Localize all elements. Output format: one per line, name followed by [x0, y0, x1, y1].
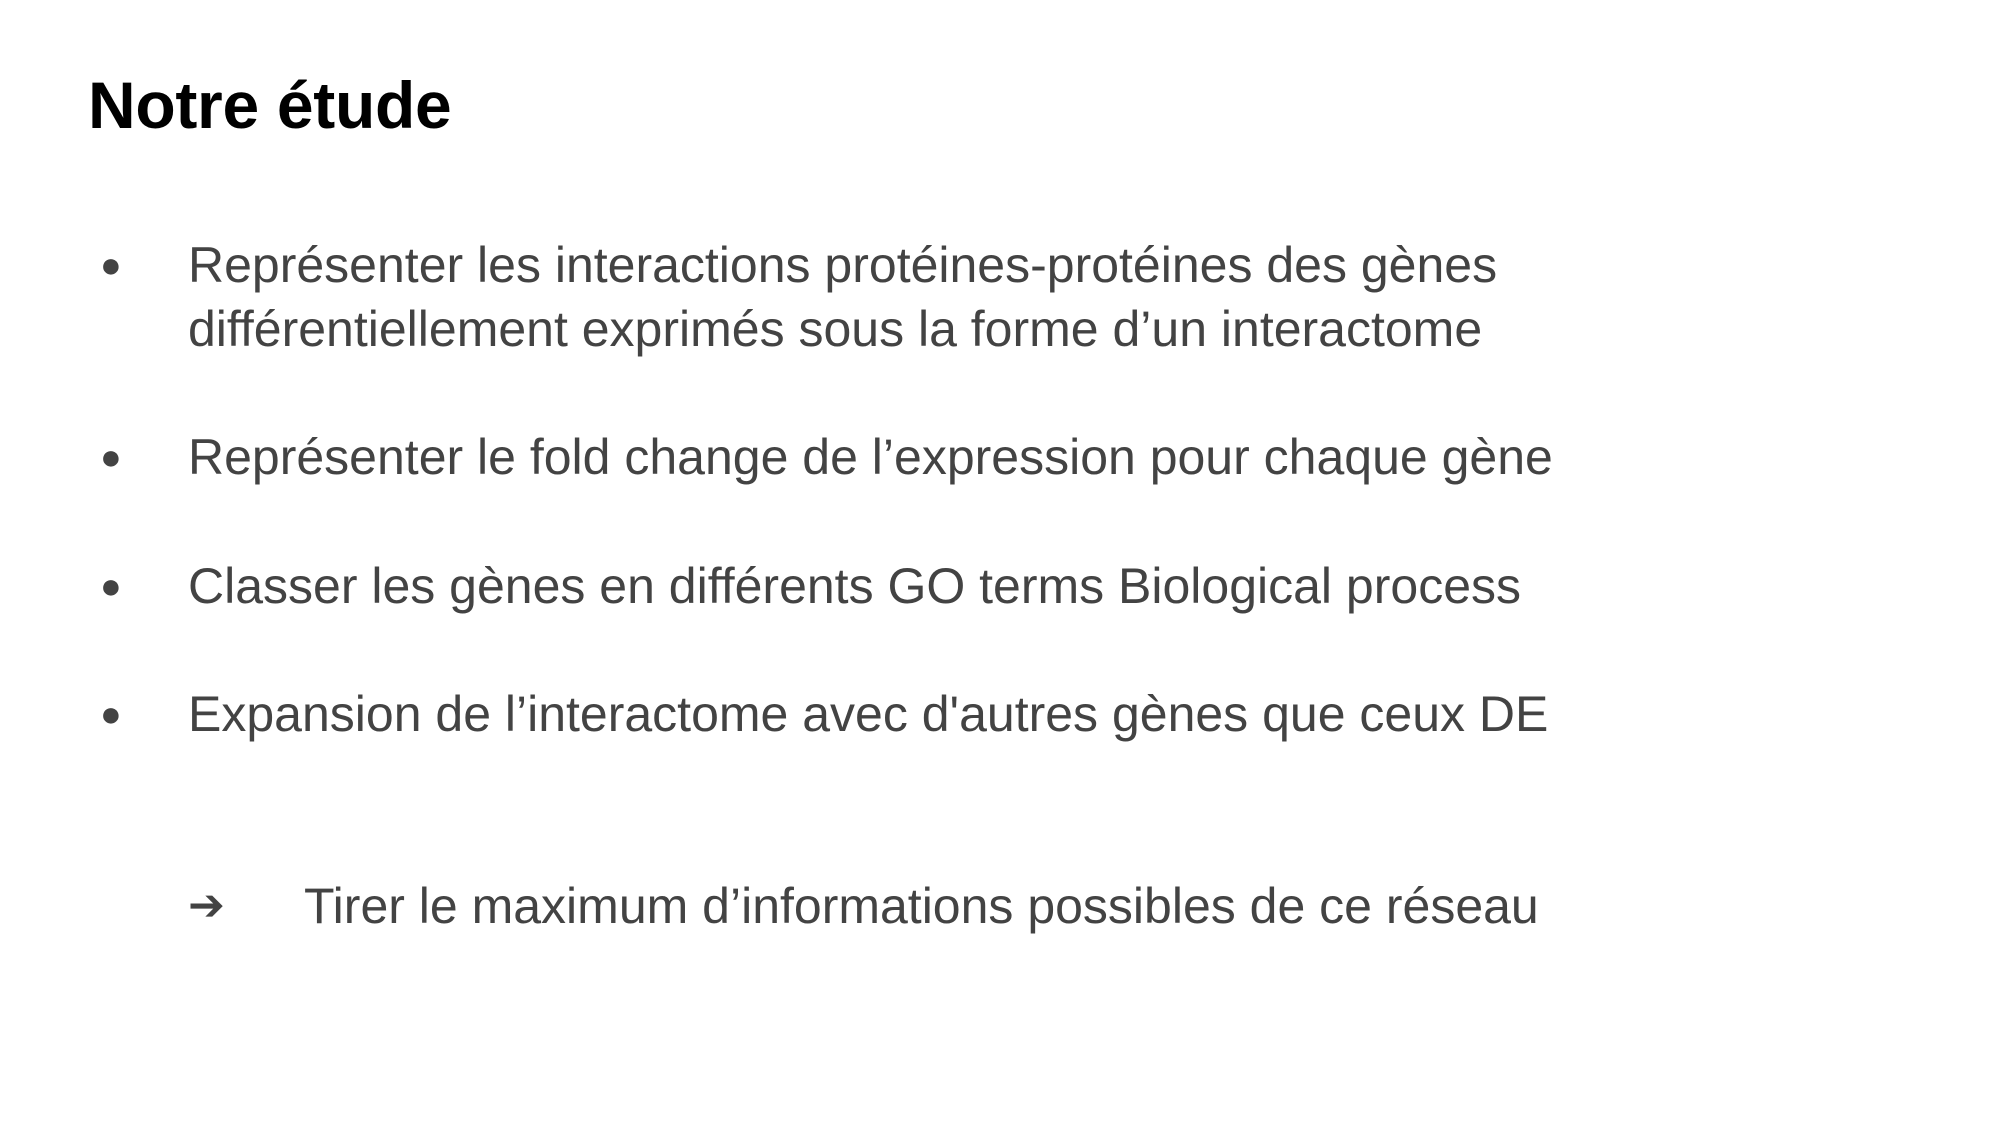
slide: Notre étude ● Représenter les interactio… [0, 0, 2000, 1125]
arrow-right-icon: ➔ [188, 880, 225, 931]
slide-title: Notre étude [88, 68, 452, 142]
bullet-text: Classer les gènes en différents GO terms… [188, 558, 1522, 614]
bullet-item-expansion: ● Expansion de l’interactome avec d'autr… [100, 682, 1900, 746]
bullet-text: Représenter les interactions protéines-p… [188, 237, 1498, 357]
bullet-item-go-terms: ● Classer les gènes en différents GO ter… [100, 554, 1900, 618]
bullet-icon: ● [100, 693, 122, 734]
bullet-item-interactome: ● Représenter les interactions protéines… [100, 233, 1900, 361]
bullet-text: Représenter le fold change de l’expressi… [188, 429, 1553, 485]
conclusion-text: Tirer le maximum d’informations possible… [304, 878, 1539, 934]
bullet-item-fold-change: ● Représenter le fold change de l’expres… [100, 425, 1900, 489]
bullet-text: Expansion de l’interactome avec d'autres… [188, 686, 1549, 742]
bullet-icon: ● [100, 436, 122, 477]
bullet-icon: ● [100, 244, 122, 285]
bullet-icon: ● [100, 565, 122, 606]
